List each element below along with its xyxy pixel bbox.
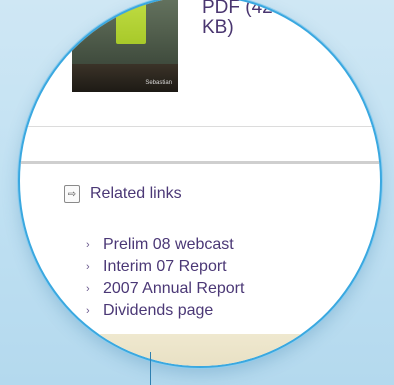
magnifier-pointer-line (150, 352, 151, 385)
section-divider (20, 126, 380, 127)
pdf-download-link[interactable]: PDF (42 KB) (202, 0, 312, 38)
magnifier-lens: Sebastian PDF (42 KB) ⇨ Related links › … (18, 0, 382, 368)
related-link-label: Prelim 08 webcast (103, 236, 234, 253)
related-link-interim-report[interactable]: › Interim 07 Report (86, 256, 244, 278)
thumbnail-caption: Sebastian (145, 80, 172, 86)
page-footer-strip (20, 334, 380, 366)
arrow-right-box-icon: ⇨ (64, 185, 80, 203)
chevron-right-icon: › (86, 261, 90, 273)
pdf-label: PDF (42 (202, 0, 273, 18)
related-links-title: Related links (90, 185, 182, 202)
pdf-size: KB) (202, 17, 234, 38)
chevron-right-icon: › (86, 283, 90, 295)
related-link-label: Dividends page (103, 302, 214, 319)
section-divider-thick (20, 161, 380, 164)
chevron-right-icon: › (86, 239, 90, 251)
chevron-right-icon: › (86, 305, 90, 317)
related-link-dividends[interactable]: › Dividends page (86, 300, 244, 322)
related-link-annual-report[interactable]: › 2007 Annual Report (86, 278, 244, 300)
report-thumbnail[interactable]: Sebastian (72, 0, 178, 92)
thumbnail-worker-vest (116, 0, 146, 44)
related-link-prelim-webcast[interactable]: › Prelim 08 webcast (86, 234, 244, 256)
related-links-header: ⇨ Related links (64, 185, 182, 203)
thumbnail-ground (72, 64, 178, 92)
related-link-label: Interim 07 Report (103, 258, 227, 275)
related-link-label: 2007 Annual Report (103, 280, 245, 297)
related-links-list: › Prelim 08 webcast › Interim 07 Report … (86, 234, 244, 322)
